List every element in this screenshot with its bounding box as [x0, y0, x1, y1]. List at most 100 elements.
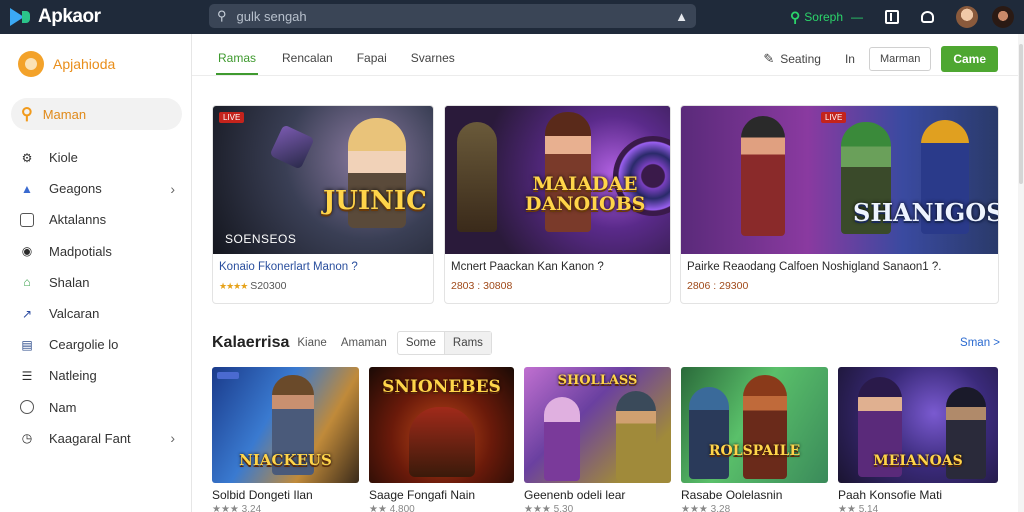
- game-thumbnail: MEIANOAS: [838, 367, 998, 483]
- gear-icon: ⚙: [21, 150, 33, 165]
- featured-meta: ★★★★ S20300: [219, 280, 286, 292]
- sidebar: Apjahioda ⚲ Maman ⚙ Kiole ▲ Geagons › Aktalan…: [0, 34, 192, 512]
- filter-selector[interactable]: ⚲ Soreph —: [790, 9, 863, 26]
- lion-logo-icon: [18, 51, 44, 77]
- featured-art-title: JUINIC: [323, 186, 427, 216]
- game-rating: ★★ 4.800: [369, 504, 415, 512]
- tab-svarnes[interactable]: Svarnes: [411, 44, 455, 75]
- game-card[interactable]: MEIANOAS Paah Konsofie Mati ★★ 5.14: [838, 367, 998, 512]
- see-more-link[interactable]: Sman >: [960, 337, 1000, 349]
- controller-icon: ◉: [21, 244, 33, 259]
- seating-link[interactable]: Seating: [780, 52, 821, 66]
- live-badge: LIVE: [821, 112, 847, 123]
- sidebar-item-label: Maman: [42, 106, 87, 122]
- hero-figure: [689, 387, 729, 479]
- featured-card[interactable]: MAIADAE DANOIOBS Mcnert Paackan Kan Kano…: [444, 105, 671, 304]
- sidebar-item[interactable]: ⚙ Kiole: [0, 142, 191, 173]
- sidebar-item[interactable]: Nam: [0, 392, 191, 423]
- section-title: Kalaerrisa: [212, 334, 290, 351]
- game-title: Geenenb odeli lear: [524, 488, 626, 502]
- sidebar-item-label: Madpotials: [49, 243, 112, 259]
- monster-figure: [409, 407, 475, 477]
- sidebar-brand[interactable]: Apjahioda: [18, 49, 191, 79]
- game-thumbnail: NIACKEUS: [212, 367, 359, 483]
- voice-search-icon[interactable]: ▲: [675, 9, 688, 24]
- tab-fapai[interactable]: Fapai: [357, 44, 387, 75]
- sidebar-item-label: Nam: [49, 399, 77, 415]
- sidebar-item-label: Aktalanns: [49, 212, 107, 228]
- sidebar-item-label: Natleing: [49, 368, 97, 384]
- marman-button[interactable]: Marman: [868, 47, 932, 71]
- sidebar-item-label: Kaagaral Fant: [49, 430, 131, 446]
- play-store-icon: [10, 8, 30, 26]
- search-input[interactable]: [236, 8, 676, 24]
- live-badge: LIVE: [219, 112, 245, 123]
- sidebar-item[interactable]: ◉ Madpotials: [0, 236, 191, 267]
- game-card[interactable]: NIACKEUS Solbid Dongeti Ilan ★★★ 3.24: [212, 367, 359, 512]
- toggle-rams[interactable]: Rams: [443, 332, 491, 354]
- featured-card[interactable]: LIVE SHANIGOS Pairke Reaodang Calfoen No…: [680, 105, 999, 304]
- sidebar-item[interactable]: ☰ Natleing: [0, 360, 191, 391]
- filter-chip[interactable]: Kiane: [297, 337, 326, 349]
- featured-title[interactable]: Konaio Fkonerlart Manon ?: [219, 261, 358, 273]
- game-art-title: ROLSPAILE: [708, 443, 801, 459]
- scrollbar-thumb[interactable]: [1019, 44, 1023, 184]
- game-title: Paah Konsofie Mati: [838, 488, 943, 502]
- filter-chip[interactable]: Amaman: [341, 337, 387, 349]
- header-actions: ✎ Seating In Marman Came: [763, 46, 998, 72]
- game-card[interactable]: ROLSPAILE Rasabe Oolelasnin ★★★ 3.28: [681, 367, 828, 512]
- chevron-right-icon[interactable]: ›: [170, 430, 175, 446]
- came-button[interactable]: Came: [941, 46, 998, 72]
- featured-caption: SOENSEOS: [225, 232, 297, 246]
- divider: [192, 75, 1024, 76]
- sidebar-item-label: Geagons: [49, 181, 102, 197]
- game-art-title: SNIONEBES: [382, 377, 501, 397]
- library-icon[interactable]: [885, 10, 899, 24]
- game-thumbnail: SHOLLASS: [524, 367, 671, 483]
- search-icon: ⚲: [21, 106, 33, 123]
- account-avatar[interactable]: [992, 6, 1014, 28]
- sidebar-item[interactable]: ▲ Geagons ›: [0, 173, 191, 204]
- dropdown-dash-icon: —: [851, 10, 863, 24]
- sidebar-item-label: Shalan: [49, 274, 90, 290]
- featured-title[interactable]: Pairke Reaodang Calfoen Noshigland Sanao…: [687, 261, 941, 273]
- tab-ramas[interactable]: Ramas: [216, 44, 259, 75]
- in-link[interactable]: In: [845, 52, 855, 66]
- game-art-title: MEIANOAS: [873, 453, 963, 469]
- tab-rencalan[interactable]: Rencalan: [282, 44, 333, 75]
- featured-meta: 2806 : 29300: [687, 280, 749, 292]
- edit-icon[interactable]: ✎: [763, 51, 774, 67]
- game-card[interactable]: SNIONEBES Saage Fongafi Nain ★★ 4.800: [369, 367, 514, 512]
- game-art-title: NIACKEUS: [239, 451, 332, 469]
- hero-figure: [457, 122, 497, 232]
- green-search-icon: ⚲: [790, 8, 801, 25]
- featured-card[interactable]: LIVE JUINIC SOENSEOS Konaio Fkonerlart M…: [212, 105, 434, 304]
- hero-figure: [544, 397, 580, 481]
- sidebar-item-active[interactable]: ⚲ Maman: [11, 98, 182, 130]
- circle-icon: [20, 400, 34, 415]
- sidebar-item[interactable]: ◷ Kaagaral Fant ›: [0, 423, 191, 454]
- featured-art-title: MAIADAE DANOIOBS: [525, 173, 646, 215]
- featured-title[interactable]: Mcnert Paackan Kan Kanon ?: [451, 261, 604, 273]
- view-toggle: Some Rams: [396, 331, 492, 355]
- avatar[interactable]: [956, 6, 978, 28]
- game-title: Solbid Dongeti Ilan: [212, 488, 313, 502]
- hero-figure: [741, 116, 785, 236]
- sidebar-item[interactable]: ⌂ Shalan: [0, 267, 191, 298]
- app-logo[interactable]: Apkaor: [10, 6, 101, 28]
- search-bar[interactable]: ⚲ ▲: [209, 4, 696, 28]
- featured-count: S20300: [250, 280, 287, 292]
- scrollbar[interactable]: [1018, 34, 1024, 512]
- game-rating: ★★★ 5.30: [524, 504, 574, 512]
- sidebar-item[interactable]: ↗ Valcaran: [0, 298, 191, 329]
- toggle-some[interactable]: Some: [398, 332, 444, 354]
- sidebar-item[interactable]: Aktalanns: [0, 204, 191, 235]
- box-icon: [20, 212, 34, 227]
- featured-meta: 2803 : 30808: [451, 280, 513, 292]
- chevron-right-icon[interactable]: ›: [170, 181, 175, 197]
- sidebar-brand-label: Apjahioda: [53, 56, 116, 72]
- featured-art: LIVE JUINIC SOENSEOS: [213, 106, 433, 254]
- notification-icon[interactable]: [921, 11, 934, 23]
- game-card[interactable]: SHOLLASS Geenenb odeli lear ★★★ 5.30: [524, 367, 671, 512]
- sidebar-item[interactable]: ▤ Ceargolie lo: [0, 329, 191, 360]
